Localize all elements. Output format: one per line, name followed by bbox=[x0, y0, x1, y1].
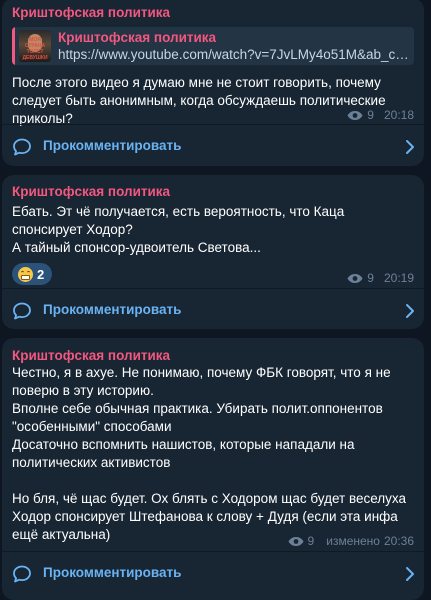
post-card: Криштофская политика МОЯ СТРАНА ТОЛСТ ДЕ… bbox=[2, 0, 424, 166]
comment-icon bbox=[13, 565, 31, 583]
views-icon bbox=[288, 536, 304, 546]
message-body: Криштофская политика Честно, я в ахуе. Н… bbox=[2, 338, 424, 544]
message-meta: 9 изменено 20:36 bbox=[288, 534, 414, 548]
comment-label: Прокомментировать bbox=[43, 565, 182, 580]
message-time: 20:19 bbox=[383, 271, 414, 285]
message-meta: 9 20:18 bbox=[347, 108, 414, 122]
channel-name[interactable]: Криштофская политика bbox=[12, 4, 414, 21]
message-body: Криштофская политика Ебать. Эт чё получа… bbox=[2, 175, 424, 287]
preview-title: Криштофская политика bbox=[58, 30, 217, 45]
views-icon bbox=[347, 110, 363, 120]
comment-button[interactable]: Прокомментировать bbox=[2, 289, 424, 329]
message-text: Ебать. Эт чё получается, есть вероятност… bbox=[12, 204, 345, 255]
message-time: 20:18 bbox=[383, 108, 414, 122]
message-time: 20:36 bbox=[383, 534, 414, 548]
message-meta: 9 20:19 bbox=[347, 271, 414, 285]
preview-accent-bar bbox=[12, 27, 15, 65]
comment-button[interactable]: Прокомментировать bbox=[2, 552, 424, 596]
views-count: 9 bbox=[367, 271, 374, 285]
comment-button[interactable]: Прокомментировать bbox=[2, 125, 424, 166]
channel-name[interactable]: Криштофская политика bbox=[12, 183, 414, 200]
message-text: Честно, я в ахуе. Не понимаю, почему ФБК… bbox=[12, 365, 407, 542]
channel-name[interactable]: Криштофская политика bbox=[12, 347, 414, 364]
chevron-right-icon bbox=[406, 140, 414, 154]
edited-label: изменено bbox=[326, 534, 380, 548]
comment-label: Прокомментировать bbox=[43, 138, 182, 153]
chevron-right-icon bbox=[406, 567, 414, 581]
views-icon bbox=[347, 273, 363, 283]
video-thumbnail[interactable]: МОЯ СТРАНА ТОЛСТ ДЕВУШКИ bbox=[19, 30, 51, 62]
thumbnail-caption: МОЯ СТРАНА ТОЛСТ ДЕВУШКИ bbox=[22, 37, 48, 61]
link-preview[interactable]: МОЯ СТРАНА ТОЛСТ ДЕВУШКИ Криштофская пол… bbox=[12, 27, 414, 65]
views-count: 9 bbox=[307, 534, 315, 548]
preview-url[interactable]: https://www.youtube.com/watch?v=7JvLMy4o… bbox=[58, 47, 410, 62]
reaction-count: 2 bbox=[37, 266, 45, 282]
comment-icon bbox=[13, 302, 31, 320]
chevron-right-icon bbox=[406, 304, 414, 318]
comment-icon bbox=[13, 138, 31, 156]
post-card: Криштофская политика Ебать. Эт чё получа… bbox=[2, 175, 424, 329]
comment-label: Прокомментировать bbox=[43, 302, 182, 317]
views-count: 9 bbox=[367, 108, 374, 122]
post-card: Криштофская политика Честно, я в ахуе. Н… bbox=[2, 338, 424, 600]
reaction-chip[interactable]: 2 bbox=[12, 263, 53, 285]
grinning-face-icon bbox=[18, 266, 33, 282]
